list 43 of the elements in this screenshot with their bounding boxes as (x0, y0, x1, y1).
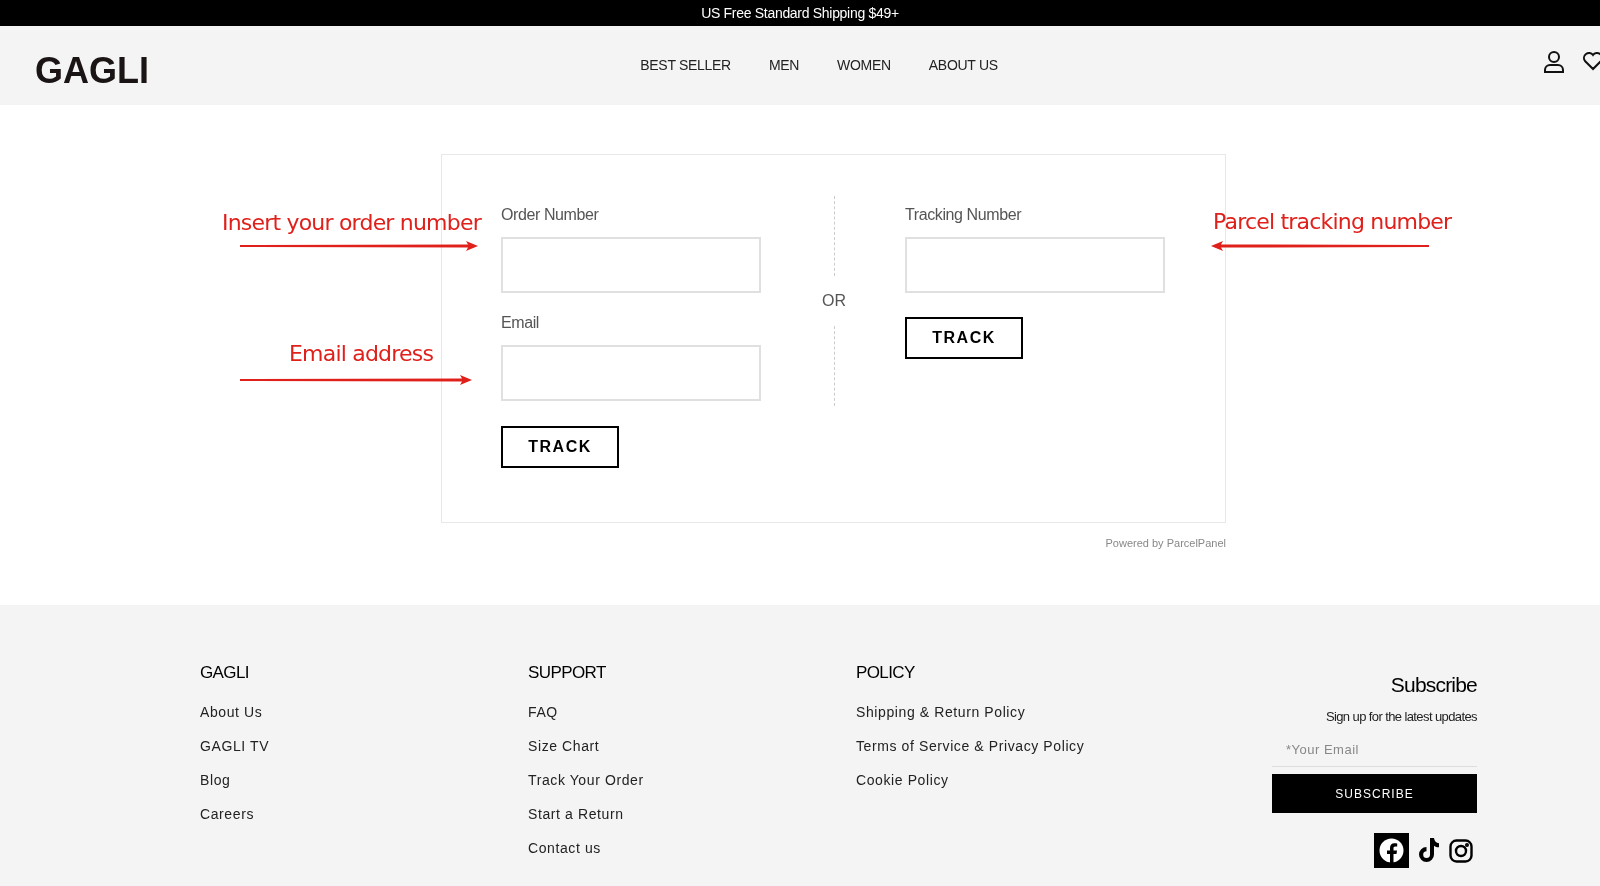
footer-link[interactable]: Contact us (528, 831, 856, 865)
field-label: Tracking Number (905, 205, 1023, 225)
field-label: Email (501, 313, 540, 333)
nav-link[interactable]: ABOUT US (928, 55, 998, 76)
subscribe-subtext: Sign up for the latest updates (1325, 707, 1477, 726)
text-input[interactable] (501, 237, 761, 293)
footer-link[interactable]: Track Your Order (528, 763, 856, 797)
powered-by-text: Powered by ParcelPanel (1105, 536, 1226, 551)
footer-link[interactable]: Size Chart (528, 729, 856, 763)
annotation-text: Parcel tracking number (1213, 208, 1452, 236)
footer-heading: POLICY (856, 663, 916, 683)
logo[interactable]: GAGLI (35, 44, 149, 98)
footer-link[interactable]: GAGLI TV (200, 729, 528, 763)
tiktok-icon[interactable] (1417, 837, 1441, 864)
footer-heading: GAGLI (200, 663, 250, 683)
announcement-text: US Free Standard Shipping $49+ (701, 3, 899, 23)
text-input[interactable] (905, 237, 1165, 293)
nav-link[interactable]: WOMEN (837, 55, 891, 76)
annotation-text: Insert your order number (222, 209, 481, 237)
subscribe-heading: Subscribe (1390, 672, 1477, 698)
footer-link[interactable]: Terms of Service & Privacy Policy (856, 729, 1184, 763)
or-separator: OR (822, 291, 846, 311)
nav-link[interactable]: MEN (768, 55, 800, 76)
footer-link[interactable]: Start a Return (528, 797, 856, 831)
account-icon[interactable] (1543, 50, 1565, 74)
heart-icon[interactable] (1583, 51, 1600, 71)
subscribe-button[interactable]: SUBSCRIBE (1272, 774, 1477, 813)
footer-link[interactable]: Shipping & Return Policy (856, 695, 1184, 729)
nav-link[interactable]: BEST SELLER (640, 55, 731, 76)
email-input[interactable]: *Your Email (1272, 733, 1477, 767)
annotation-text: Email address (289, 340, 434, 368)
facebook-icon[interactable] (1374, 833, 1409, 868)
footer-link[interactable]: FAQ (528, 695, 856, 729)
field-label: Order Number (501, 205, 600, 225)
footer-link[interactable]: Careers (200, 797, 528, 831)
track-button[interactable]: TRACK (905, 317, 1023, 359)
footer-link[interactable]: Blog (200, 763, 528, 797)
footer-link[interactable]: About Us (200, 695, 528, 729)
instagram-icon[interactable] (1449, 838, 1473, 863)
footer-heading: SUPPORT (528, 663, 607, 683)
text-input[interactable] (501, 345, 761, 401)
track-button[interactable]: TRACK (501, 426, 619, 468)
footer-link[interactable]: Cookie Policy (856, 763, 1184, 797)
